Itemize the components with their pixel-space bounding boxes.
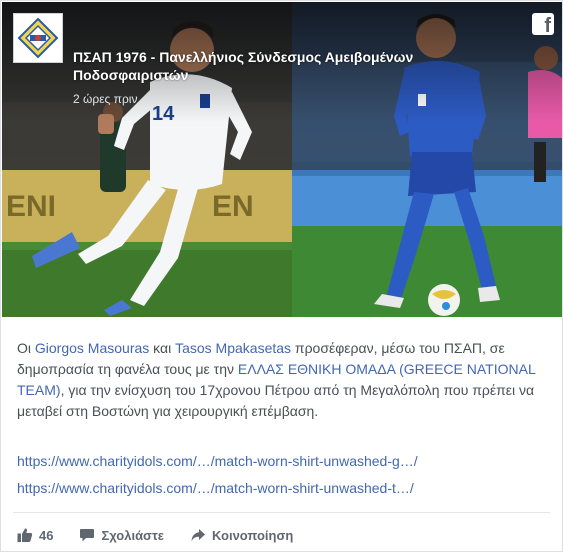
- facebook-post-card: ENI EN 14: [0, 0, 563, 552]
- comment-button[interactable]: Σχολιάστε: [79, 527, 164, 543]
- svg-text:ENI: ENI: [6, 190, 56, 223]
- post-timestamp[interactable]: 2 ώρες πριν: [73, 91, 137, 107]
- comment-label: Σχολιάστε: [101, 527, 164, 543]
- facebook-icon[interactable]: f: [532, 13, 554, 35]
- post-link-1[interactable]: https://www.charityidols.com/…/match-wor…: [17, 451, 547, 472]
- like-button[interactable]: 46: [17, 527, 53, 543]
- share-button[interactable]: Κοινοποίηση: [190, 527, 293, 543]
- text-part: Οι: [17, 340, 35, 356]
- share-icon: [191, 529, 205, 541]
- share-label: Κοινοποίηση: [211, 527, 294, 543]
- divider: [13, 512, 550, 513]
- svg-text:EN: EN: [212, 190, 254, 223]
- text-part: και: [149, 340, 176, 356]
- likes-count: 46: [39, 527, 54, 543]
- thumbs-up-icon: [17, 528, 33, 542]
- mention-tasos-mpakasetas[interactable]: Tasos Mpakasetas: [175, 340, 291, 356]
- post-actions: 46 Σχολιάστε Κοινοποίηση: [17, 523, 319, 547]
- mention-giorgos-masouras[interactable]: Giorgos Masouras: [35, 340, 149, 356]
- psap-logo-icon: [16, 16, 60, 60]
- page-avatar[interactable]: [13, 13, 63, 63]
- text-part: , για την ενίσχυση του 17χρονου Πέτρου α…: [17, 382, 535, 419]
- post-link-2[interactable]: https://www.charityidols.com/…/match-wor…: [17, 478, 547, 499]
- page-name[interactable]: ΠΣΑΠ 1976 - Πανελλήνιος Σύνδεσμος Αμειβο…: [73, 48, 493, 84]
- post-text: Οι Giorgos Masouras και Tasos Mpakasetas…: [17, 338, 547, 422]
- comment-icon: [80, 529, 95, 542]
- post-media[interactable]: ENI EN 14: [2, 2, 562, 317]
